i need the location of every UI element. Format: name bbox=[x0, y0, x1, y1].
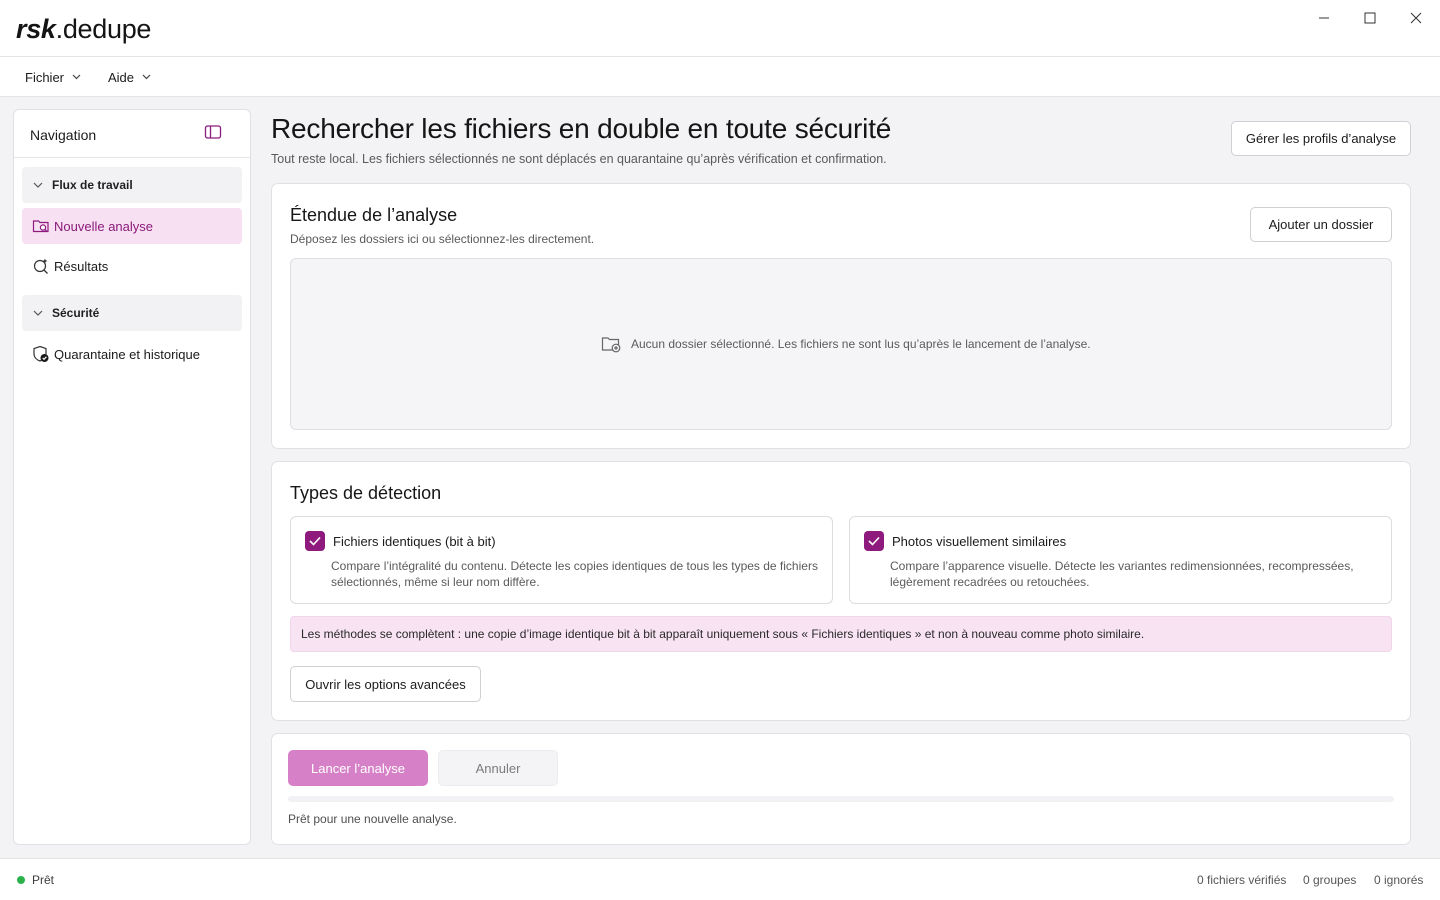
app-brand: rsk bbox=[16, 14, 56, 44]
advanced-options-button[interactable]: Ouvrir les options avancées bbox=[290, 666, 481, 702]
chevron-down-icon bbox=[142, 74, 151, 80]
chevron-down-icon bbox=[72, 74, 81, 80]
status-indicator-icon bbox=[17, 876, 25, 884]
option-identical-files[interactable]: Fichiers identiques (bit à bit) Compare … bbox=[290, 516, 833, 604]
app-name: .dedupe bbox=[55, 14, 152, 44]
page-subtitle: Tout reste local. Les fichiers sélection… bbox=[271, 152, 887, 166]
manage-profiles-button[interactable]: Gérer les profils d’analyse bbox=[1231, 121, 1411, 156]
chevron-down-icon bbox=[33, 310, 43, 316]
sidebar-group-label: Sécurité bbox=[52, 306, 100, 320]
status-bar: Prêt 0 fichiers vérifiés 0 groupes 0 ign… bbox=[0, 858, 1440, 900]
info-banner: Les méthodes se complètent : une copie d… bbox=[290, 616, 1392, 652]
scope-subtitle: Déposez les dossiers ici ou sélectionnez… bbox=[290, 232, 595, 246]
sidebar-group-workflow[interactable]: Flux de travail bbox=[22, 167, 242, 203]
sidebar-item-new-analysis[interactable]: Nouvelle analyse bbox=[22, 208, 242, 244]
maximize-icon bbox=[1364, 12, 1376, 24]
title-bar: rsk.dedupe bbox=[0, 0, 1440, 57]
sidebar-item-label: Quarantaine et historique bbox=[54, 347, 200, 362]
option-similar-photos[interactable]: Photos visuellement similaires Compare l… bbox=[849, 516, 1392, 604]
detection-title: Types de détection bbox=[290, 483, 442, 503]
menu-fichier[interactable]: Fichier bbox=[25, 67, 81, 87]
folder-add-icon bbox=[601, 337, 621, 353]
folder-search-icon bbox=[32, 220, 49, 233]
files-checked-count: 0 fichiers vérifiés bbox=[1197, 873, 1287, 887]
detection-card: Types de détection Fichiers identiques (… bbox=[271, 461, 1411, 721]
page-title: Rechercher les fichiers en double en tou… bbox=[271, 113, 892, 144]
shield-check-icon bbox=[33, 345, 49, 362]
close-button[interactable] bbox=[1396, 6, 1436, 30]
scope-card: Étendue de l’analyse Déposez les dossier… bbox=[271, 183, 1411, 449]
sidebar-item-label: Résultats bbox=[54, 259, 109, 274]
status-state: Prêt bbox=[32, 873, 55, 887]
maximize-button[interactable] bbox=[1350, 6, 1390, 30]
checkmark-icon bbox=[309, 536, 321, 546]
dropzone-empty-text: Aucun dossier sélectionné. Les fichiers … bbox=[631, 337, 1091, 351]
option-description: Compare l’intégralité du contenu. Détect… bbox=[331, 559, 818, 589]
sidebar-title: Navigation bbox=[30, 127, 97, 143]
cancel-button[interactable]: Annuler bbox=[438, 750, 558, 786]
start-analysis-button[interactable]: Lancer l’analyse bbox=[288, 750, 428, 786]
minimize-button[interactable] bbox=[1304, 6, 1344, 30]
panel-toggle-icon bbox=[204, 125, 222, 139]
option-title: Photos visuellement similaires bbox=[892, 534, 1067, 549]
close-icon bbox=[1410, 12, 1422, 24]
identical-files-checkbox[interactable] bbox=[305, 531, 325, 551]
menu-bar: Fichier Aide bbox=[0, 57, 1440, 97]
sidebar-group-security[interactable]: Sécurité bbox=[22, 295, 242, 331]
sparkle-search-icon bbox=[33, 258, 48, 274]
similar-photos-checkbox[interactable] bbox=[864, 531, 884, 551]
option-title: Fichiers identiques (bit à bit) bbox=[333, 534, 496, 549]
menu-fichier-label: Fichier bbox=[25, 69, 65, 85]
groups-count: 0 groupes bbox=[1303, 873, 1357, 887]
sidebar-item-results[interactable]: Résultats bbox=[22, 248, 242, 284]
sidebar-item-quarantine[interactable]: Quarantaine et historique bbox=[22, 336, 242, 372]
minimize-icon bbox=[1319, 17, 1329, 19]
run-status-text: Prêt pour une nouvelle analyse. bbox=[288, 812, 457, 826]
sidebar-header: Navigation bbox=[14, 110, 250, 158]
analysis-progress-bar bbox=[288, 796, 1394, 802]
scope-title: Étendue de l’analyse bbox=[290, 205, 458, 225]
sidebar-group-label: Flux de travail bbox=[52, 178, 133, 192]
option-description: Compare l’apparence visuelle. Détecte le… bbox=[890, 559, 1354, 589]
menu-aide-label: Aide bbox=[108, 69, 135, 85]
menu-aide[interactable]: Aide bbox=[108, 67, 151, 87]
sidebar: Navigation Flux de travail Nouvelle anal… bbox=[13, 109, 251, 845]
checkmark-icon bbox=[868, 536, 880, 546]
sidebar-toggle-button[interactable] bbox=[204, 124, 224, 144]
folder-dropzone[interactable]: Aucun dossier sélectionné. Les fichiers … bbox=[290, 258, 1392, 430]
sidebar-item-label: Nouvelle analyse bbox=[54, 219, 154, 234]
add-folder-button[interactable]: Ajouter un dossier bbox=[1250, 207, 1392, 242]
app-title: rsk.dedupe bbox=[16, 14, 151, 45]
dropzone-empty-message: Aucun dossier sélectionné. Les fichiers … bbox=[601, 335, 1091, 353]
ignored-count: 0 ignorés bbox=[1374, 873, 1424, 887]
chevron-down-icon bbox=[33, 182, 43, 188]
run-card: Lancer l’analyse Annuler Prêt pour une n… bbox=[271, 733, 1411, 845]
